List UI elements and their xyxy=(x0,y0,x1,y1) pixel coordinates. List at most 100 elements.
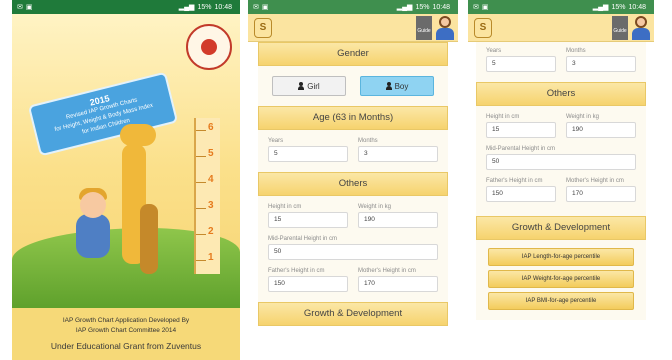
height-input[interactable]: 15 xyxy=(268,212,348,228)
clock: 10:48 xyxy=(432,4,450,11)
ruler-number: 2 xyxy=(208,226,214,237)
title-badge: 2015 Revised IAP Growth Charts for Heigh… xyxy=(27,71,179,157)
weight-label: Weight in kg xyxy=(566,114,599,120)
mother-height-label: Mother's Height in cm xyxy=(566,178,624,184)
gender-selector: Girl Boy xyxy=(258,66,448,106)
father-height-input[interactable]: 150 xyxy=(486,186,556,202)
midparent-input[interactable]: 50 xyxy=(486,154,636,170)
height-input[interactable]: 15 xyxy=(486,122,556,138)
years-label: Years xyxy=(486,48,502,54)
growth-section-title: Growth & Development xyxy=(476,216,646,240)
form-pane: Gender Girl Boy Age (63 in Months) Years… xyxy=(258,42,448,326)
girl-icon xyxy=(298,82,305,90)
image-icon: ▣ xyxy=(261,4,269,11)
years-label: Years xyxy=(268,138,284,144)
age-section-title: Age (63 in Months) xyxy=(258,106,448,130)
signal-icon: ▂▄▆ xyxy=(178,4,195,11)
mother-height-input[interactable]: 170 xyxy=(566,186,636,202)
girl-label: Girl xyxy=(307,81,320,91)
height-weight-fields: Height in cm 15 Weight in kg 190 xyxy=(258,196,448,228)
battery-level: 15% xyxy=(415,4,430,11)
iap-seal-logo xyxy=(186,24,232,70)
growth-buttons: IAP Length-for-age percentile IAP Weight… xyxy=(476,240,646,320)
ruler-number: 4 xyxy=(208,174,214,185)
height-label: Height in cm xyxy=(268,204,302,210)
notification-icon: ✉ xyxy=(17,4,23,11)
splash-artwork: 2015 Revised IAP Growth Charts for Heigh… xyxy=(12,14,240,360)
status-bar: ✉ ▣ ▂▄▆ 15% 10:48 xyxy=(12,0,240,14)
credit-line3: Under Educational Grant from Zuventus xyxy=(50,341,202,351)
boy-label: Boy xyxy=(394,81,409,91)
months-input[interactable]: 3 xyxy=(358,146,438,162)
form-screen-top: ✉ ▣ ▂▄▆ 15% 10:48 S Guide Gender Girl Boy A… xyxy=(248,0,458,360)
signal-icon: ▂▄▆ xyxy=(592,4,609,11)
splash-screen: ✉ ▣ ▂▄▆ 15% 10:48 2015 Revised IAP Growth C… xyxy=(12,0,240,360)
boy-illustration xyxy=(76,188,110,258)
midparent-label: Mid-Parental Height in cm xyxy=(486,146,556,152)
years-input[interactable]: 5 xyxy=(486,56,556,72)
ruler-number: 1 xyxy=(208,252,214,263)
age-fields: Years 5 Months 3 xyxy=(476,42,646,82)
battery-level: 15% xyxy=(197,4,212,11)
months-label: Months xyxy=(566,48,586,54)
weight-percentile-button[interactable]: IAP Weight-for-age percentile xyxy=(488,270,634,288)
gender-section-title: Gender xyxy=(258,42,448,66)
parent-height-fields: Father's Height in cm 150 Mother's Height… xyxy=(476,170,646,216)
length-percentile-button[interactable]: IAP Length-for-age percentile xyxy=(488,248,634,266)
baby-giraffe-illustration xyxy=(140,204,158,274)
clock: 10:48 xyxy=(214,4,232,11)
status-bar: ✉ ▣ ▂▄▆ 15% 10:48 xyxy=(468,0,654,14)
parent-height-fields: Father's Height in cm 150 Mother's Height… xyxy=(258,260,448,302)
form-pane: Years 5 Months 3 Others Height in cm 15 Wei… xyxy=(476,42,646,320)
height-label: Height in cm xyxy=(486,114,520,120)
bmi-percentile-button[interactable]: IAP BMI-for-age percentile xyxy=(488,292,634,310)
credit-line1: IAP Growth Chart Application Developed B… xyxy=(62,317,190,324)
signal-icon: ▂▄▆ xyxy=(396,4,413,11)
clock: 10:48 xyxy=(628,4,646,11)
notification-icon: ✉ xyxy=(253,4,259,11)
boy-button[interactable]: Boy xyxy=(360,76,434,96)
app-header: S Guide xyxy=(248,14,458,42)
doctor-avatar-icon[interactable] xyxy=(631,16,651,40)
ruler-number: 6 xyxy=(208,122,214,133)
image-icon: ▣ xyxy=(481,4,489,11)
mother-height-label: Mother's Height in cm xyxy=(358,268,416,274)
others-section-title: Others xyxy=(476,82,646,106)
age-fields: Years 5 Months 3 xyxy=(258,130,448,172)
height-ruler: 6 5 4 3 2 1 xyxy=(194,118,220,274)
father-height-label: Father's Height in cm xyxy=(486,178,543,184)
weight-label: Weight in kg xyxy=(358,204,391,210)
weight-input[interactable]: 190 xyxy=(566,122,636,138)
boy-icon xyxy=(385,82,392,90)
battery-level: 15% xyxy=(611,4,626,11)
notification-icon: ✉ xyxy=(473,4,479,11)
status-bar: ✉ ▣ ▂▄▆ 15% 10:48 xyxy=(248,0,458,14)
credits-footer: IAP Growth Chart Application Developed B… xyxy=(12,308,240,360)
father-height-label: Father's Height in cm xyxy=(268,268,325,274)
weight-input[interactable]: 190 xyxy=(358,212,438,228)
months-input[interactable]: 3 xyxy=(566,56,636,72)
guide-button[interactable]: Guide xyxy=(416,16,432,40)
mother-height-input[interactable]: 170 xyxy=(358,276,438,292)
doctor-avatar-icon[interactable] xyxy=(435,16,455,40)
form-screen-scrolled: ✉ ▣ ▂▄▆ 15% 10:48 S Guide Years 5 Months 3 Ot… xyxy=(468,0,654,360)
midparent-field: Mid-Parental Height in cm 50 xyxy=(258,228,448,260)
ruler-number: 5 xyxy=(208,148,214,159)
guide-button[interactable]: Guide xyxy=(612,16,628,40)
image-icon: ▣ xyxy=(25,4,33,11)
midparent-input[interactable]: 50 xyxy=(268,244,438,260)
height-weight-fields: Height in cm 15 Weight in kg 190 xyxy=(476,106,646,138)
girl-button[interactable]: Girl xyxy=(272,76,346,96)
father-height-input[interactable]: 150 xyxy=(268,276,348,292)
months-label: Months xyxy=(358,138,378,144)
app-logo-icon: S xyxy=(474,18,492,38)
growth-section-title: Growth & Development xyxy=(258,302,448,326)
ruler-number: 3 xyxy=(208,200,214,211)
midparent-field: Mid-Parental Height in cm 50 xyxy=(476,138,646,170)
app-logo-icon: S xyxy=(254,18,272,38)
years-input[interactable]: 5 xyxy=(268,146,348,162)
credit-line2: IAP Growth Chart Committee 2014 xyxy=(75,327,177,334)
app-header: S Guide xyxy=(468,14,654,42)
midparent-label: Mid-Parental Height in cm xyxy=(268,236,338,242)
others-section-title: Others xyxy=(258,172,448,196)
